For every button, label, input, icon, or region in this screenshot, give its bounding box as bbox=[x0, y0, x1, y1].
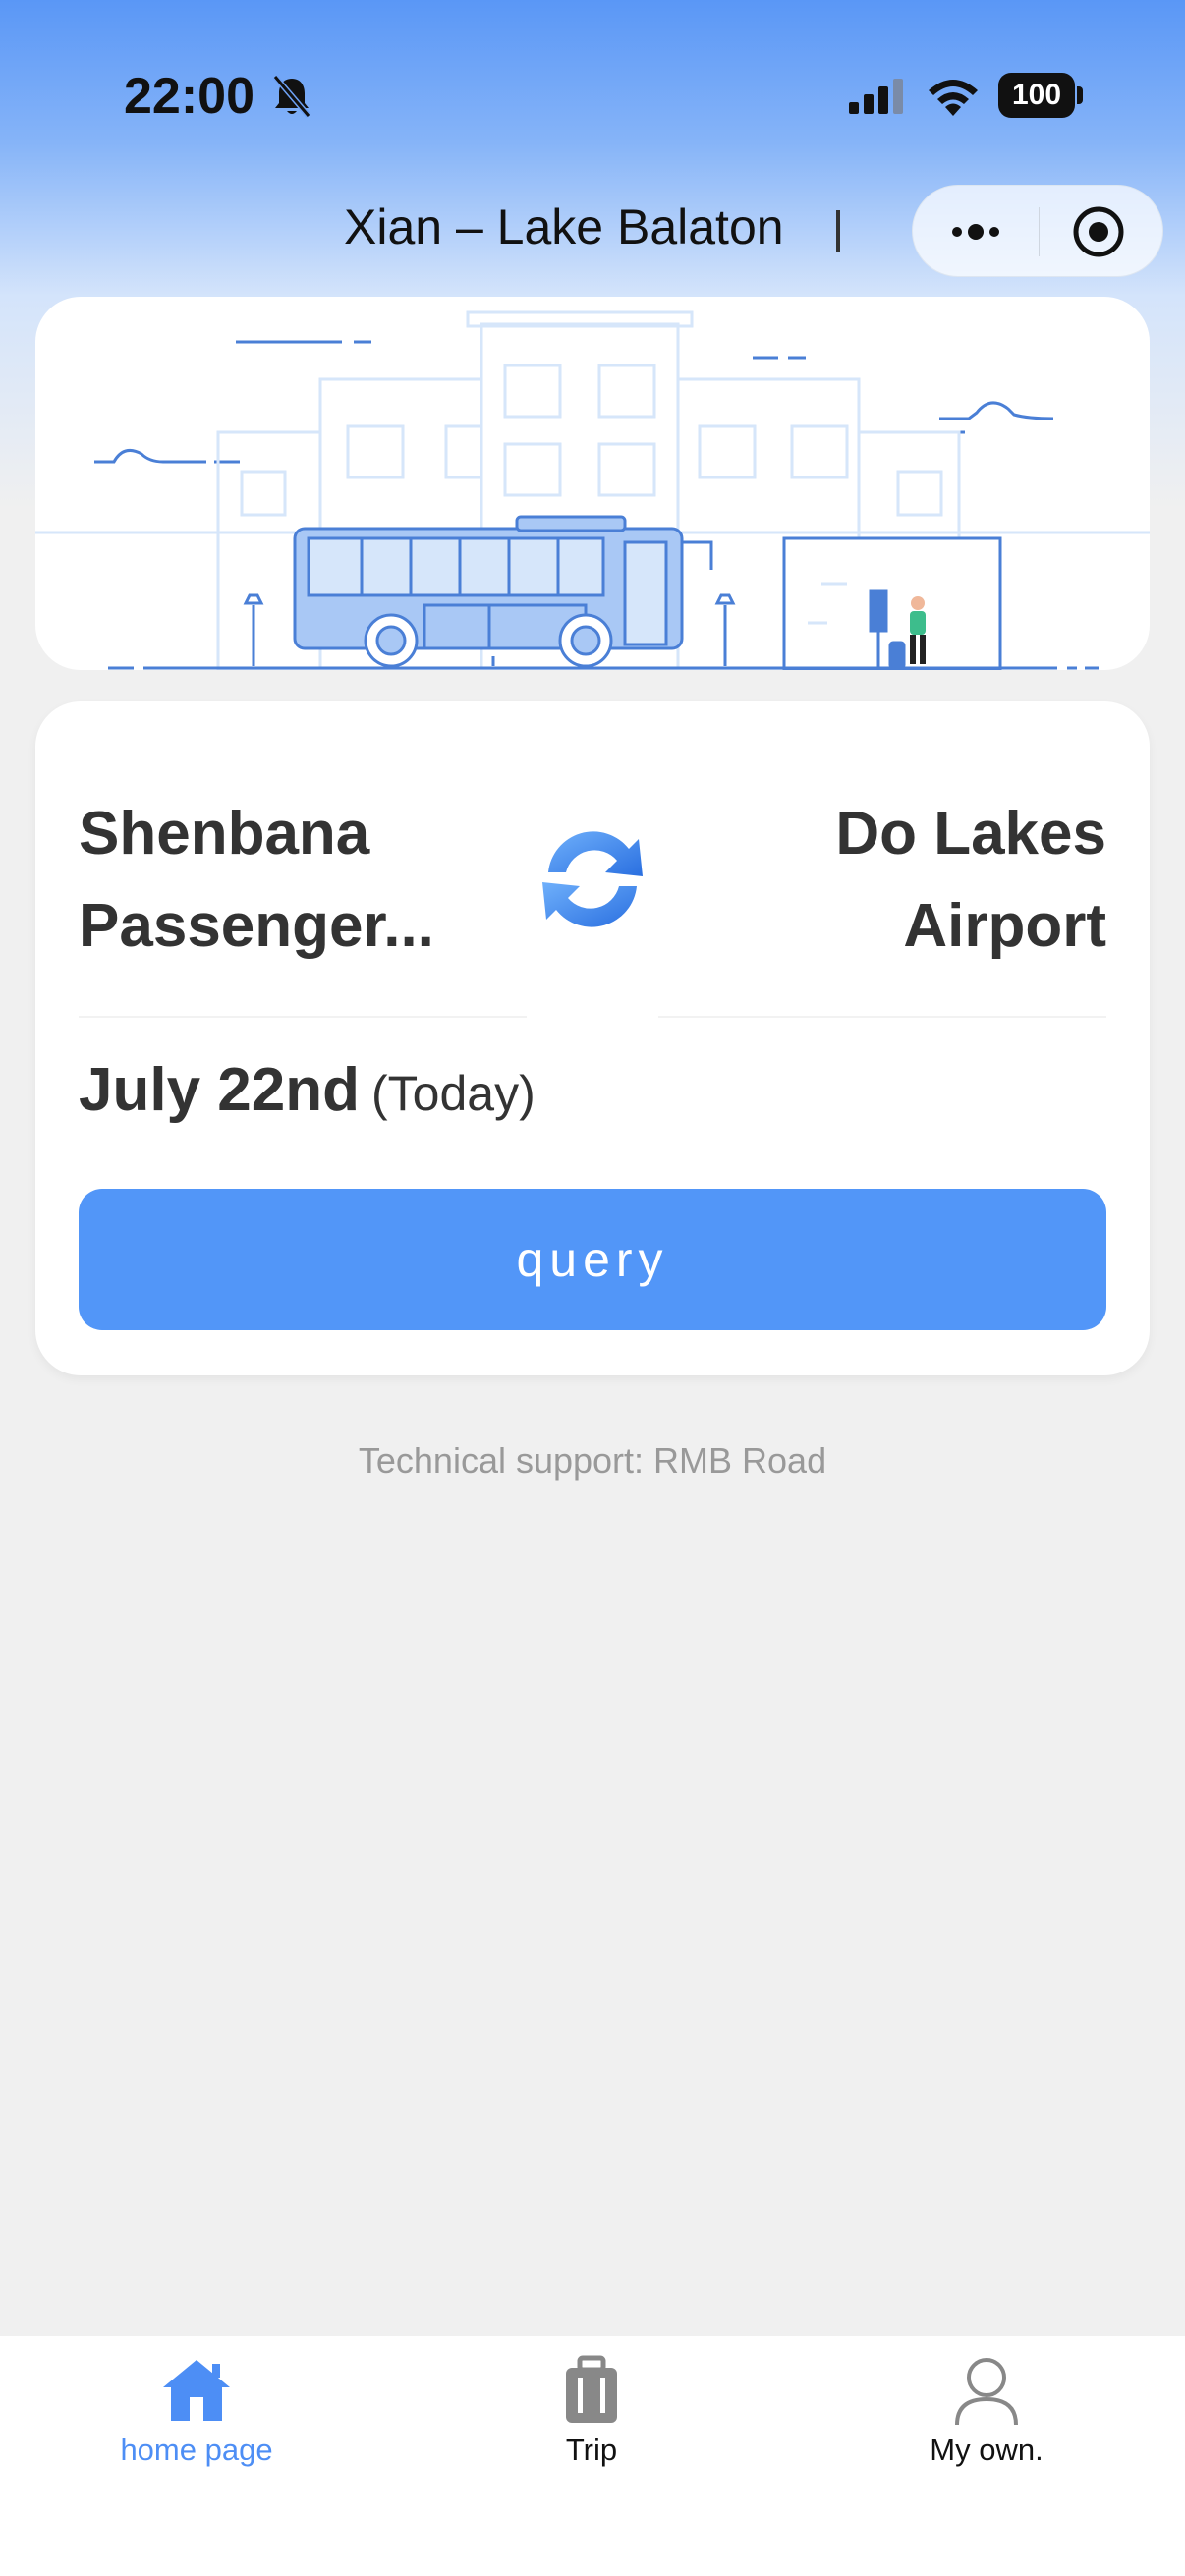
tab-trip-label: Trip bbox=[565, 2433, 618, 2467]
luggage-icon bbox=[566, 2355, 617, 2423]
tab-mine-label: My own. bbox=[930, 2433, 1044, 2467]
tab-home-label: home page bbox=[120, 2433, 273, 2467]
miniprogram-capsule bbox=[912, 185, 1163, 277]
status-time: 22:00 bbox=[124, 68, 254, 125]
departure-station[interactable]: Shenbana Passenger... bbox=[79, 788, 491, 973]
user-icon bbox=[955, 2358, 1018, 2426]
tab-trip[interactable]: Trip bbox=[444, 2336, 739, 2493]
wifi-icon bbox=[929, 80, 978, 116]
title-overflow-mark bbox=[836, 210, 840, 252]
page-title: Xian – Lake Balaton bbox=[344, 199, 784, 254]
banner bbox=[35, 297, 1150, 670]
home-icon bbox=[163, 2360, 230, 2421]
date-note: (Today) bbox=[371, 1066, 536, 1121]
query-button[interactable]: query bbox=[79, 1189, 1106, 1330]
divider bbox=[79, 1016, 527, 1018]
travel-date: July 22nd bbox=[79, 1056, 360, 1124]
divider bbox=[658, 1016, 1106, 1018]
bus-station-illustration bbox=[35, 310, 1150, 670]
tab-mine[interactable]: My own. bbox=[839, 2336, 1134, 2493]
battery-level: 100 bbox=[998, 73, 1075, 118]
more-icon[interactable] bbox=[944, 207, 1007, 256]
date-selector[interactable]: July 22nd (Today) bbox=[79, 1055, 536, 1125]
arrival-station[interactable]: Do Lakes Airport bbox=[694, 788, 1106, 973]
technical-support-text: Technical support: RMB Road bbox=[358, 1440, 827, 1481]
cellular-signal-icon bbox=[849, 79, 903, 114]
close-miniprogram-icon[interactable] bbox=[1070, 203, 1127, 260]
swap-refresh-icon[interactable] bbox=[527, 813, 658, 945]
status-bar: 22:00 100 bbox=[0, 0, 1185, 187]
query-card: Shenbana Passenger... Do Lakes Airport J… bbox=[35, 701, 1150, 1375]
battery-icon: 100 bbox=[998, 73, 1083, 118]
tab-bar: home page Trip My own. bbox=[0, 2336, 1185, 2576]
tab-home[interactable]: home page bbox=[49, 2336, 344, 2493]
bell-slash-icon bbox=[272, 75, 311, 118]
